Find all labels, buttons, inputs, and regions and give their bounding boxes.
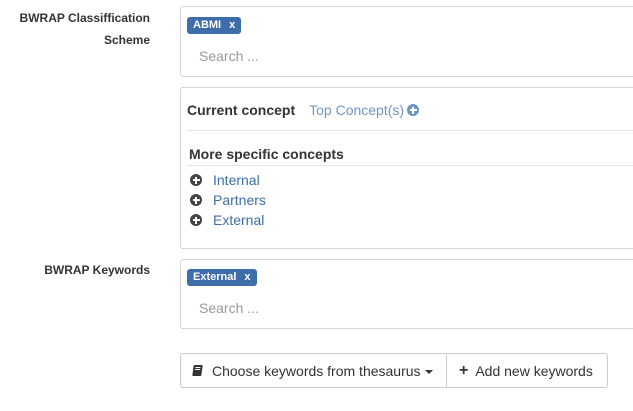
book-icon: [192, 365, 203, 376]
concept-item-internal[interactable]: Internal: [190, 170, 266, 190]
plus-circle-icon[interactable]: [190, 174, 202, 186]
keywords-field-label: BWRAP Keywords: [44, 263, 150, 277]
keyword-button-group: Choose keywords from thesaurus + Add new …: [180, 353, 608, 388]
concept-list: Internal Partners External: [190, 170, 266, 230]
keywords-tag-input[interactable]: External x: [180, 259, 633, 329]
thesaurus-panel: Current concept Top Concept(s) More speci…: [180, 87, 633, 249]
scheme-tag-input[interactable]: ABMI x: [180, 6, 633, 77]
tag-remove-button[interactable]: x: [244, 271, 250, 283]
top-concepts-link[interactable]: Top Concept(s): [309, 102, 420, 118]
current-concept-label: Current concept: [187, 102, 296, 118]
scheme-label-line1: BWRAP Classiffication: [19, 11, 150, 25]
scheme-search-input[interactable]: [199, 46, 499, 66]
caret-down-icon: [424, 369, 433, 374]
choose-keywords-dropdown-button[interactable]: Choose keywords from thesaurus: [180, 353, 447, 388]
choose-keywords-label: Choose keywords from thesaurus: [212, 362, 421, 379]
tag-label: ABMI: [193, 19, 222, 31]
divider: [187, 130, 633, 131]
plus-circle-icon: [407, 104, 420, 116]
plus-circle-icon[interactable]: [190, 194, 202, 206]
thesaurus-header: Current concept Top Concept(s): [187, 100, 633, 120]
scheme-label-line2: Scheme: [103, 33, 150, 47]
keywords-search-input[interactable]: [199, 298, 499, 318]
concept-item-partners[interactable]: Partners: [190, 190, 266, 210]
add-keywords-label: Add new keywords: [475, 362, 593, 379]
tag-label: External: [193, 271, 237, 283]
tag-remove-button[interactable]: x: [229, 19, 235, 31]
concept-label[interactable]: Internal: [213, 172, 260, 188]
tag-external: External x: [187, 269, 257, 286]
more-specific-heading: More specific concepts: [189, 146, 344, 162]
concept-label[interactable]: External: [213, 212, 264, 228]
add-keywords-button[interactable]: + Add new keywords: [447, 353, 608, 388]
divider: [187, 165, 633, 166]
concept-item-external[interactable]: External: [190, 210, 266, 230]
plus-circle-icon[interactable]: [190, 214, 202, 226]
tag-abmi: ABMI x: [187, 17, 242, 34]
top-concepts-label: Top Concept(s): [309, 102, 405, 118]
plus-icon: +: [459, 361, 469, 379]
scheme-field-label: BWRAP Classiffication Scheme: [0, 7, 150, 51]
concept-label[interactable]: Partners: [213, 192, 266, 208]
